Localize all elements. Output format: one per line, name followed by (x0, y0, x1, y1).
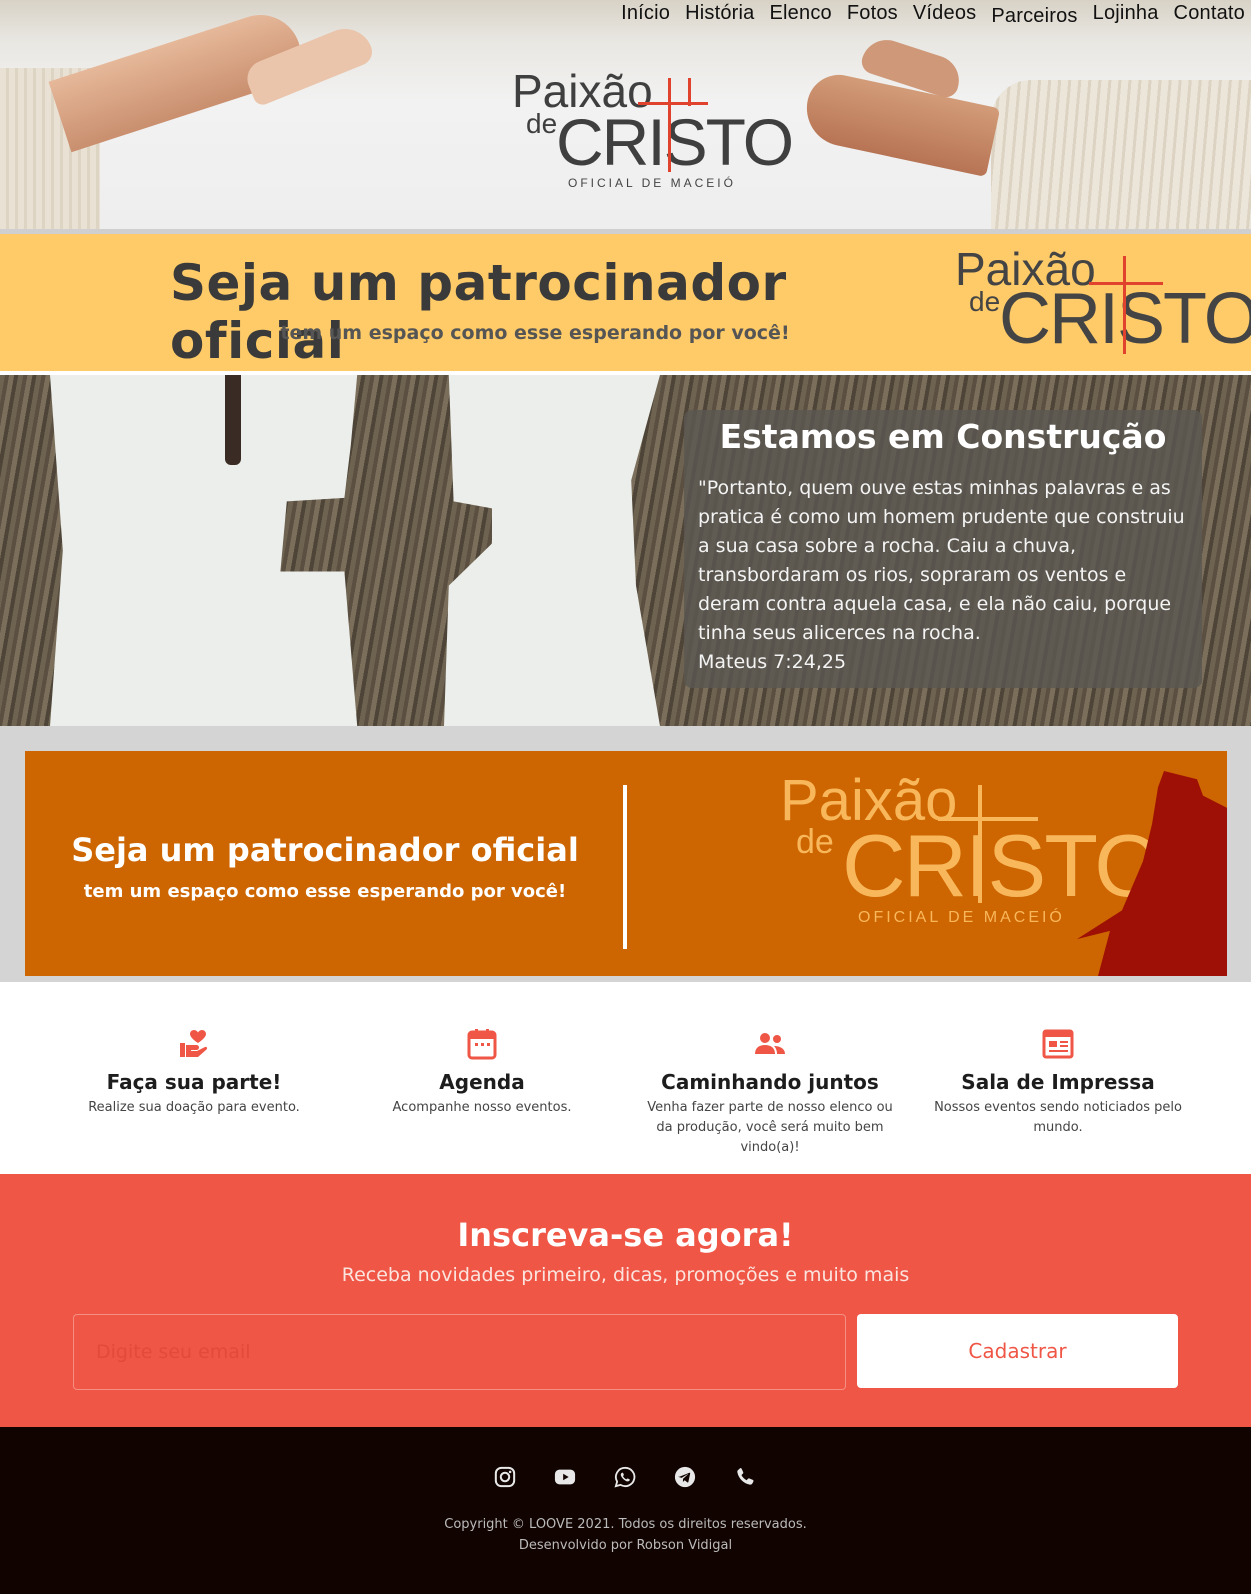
nail-image (225, 375, 241, 465)
logo-cross-end (688, 78, 691, 106)
sponsor-title: Seja um patrocinador oficial (71, 831, 579, 869)
nav-historia[interactable]: História (685, 2, 754, 28)
sponsor-subtitle: tem um espaço como esse esperando por vo… (280, 322, 790, 344)
social-links (494, 1466, 756, 1488)
logo-cristo-text: CRISTO (556, 105, 794, 179)
logo-subtitle: OFICIAL DE MACEIÓ (568, 176, 736, 190)
nav-inicio[interactable]: Início (621, 2, 670, 28)
nav-lojinha[interactable]: Lojinha (1093, 2, 1159, 28)
vertical-divider (623, 785, 627, 949)
nav-contato[interactable]: Contato (1174, 2, 1245, 28)
logo-de-text: de (526, 108, 558, 139)
sponsor-logo: Paixão de CRISTO (955, 242, 1251, 362)
feature-title: Agenda (439, 1070, 525, 1094)
nav-parceiros[interactable]: Parceiros (991, 2, 1077, 28)
copyright-text: Copyright © LOOVE 2021. Todos os direito… (444, 1517, 807, 1532)
newspaper-icon (1042, 1029, 1074, 1059)
hero-header: Início História Elenco Fotos Vídeos Parc… (0, 0, 1251, 229)
newsletter-title: Inscreva-se agora! (457, 1216, 794, 1254)
nav-videos[interactable]: Vídeos (913, 2, 976, 28)
site-footer: Copyright © LOOVE 2021. Todos os direito… (0, 1427, 1251, 1594)
logo-cross-icon (978, 785, 982, 903)
feature-text: Realize sua doação para evento. (88, 1100, 300, 1115)
site-logo[interactable]: Paixão de CRISTO OFICIAL DE MACEIÓ (510, 64, 794, 194)
subscribe-button[interactable]: Cadastrar (857, 1314, 1178, 1388)
instagram-icon[interactable] (494, 1466, 516, 1488)
phone-icon[interactable] (734, 1466, 756, 1488)
logo-de-text: de (969, 286, 1001, 317)
newsletter-subtitle: Receba novidades primeiro, dicas, promoç… (341, 1264, 910, 1286)
feature-title: Faça sua parte! (106, 1070, 282, 1094)
youtube-icon[interactable] (554, 1466, 576, 1488)
sponsor-banner-yellow[interactable]: Seja um patrocinador oficial tem um espa… (0, 234, 1251, 371)
logo-cristo-text: CRISTO (842, 816, 1163, 915)
logo-cross-icon (1123, 256, 1126, 354)
main-nav: Início História Elenco Fotos Vídeos Parc… (621, 2, 1245, 28)
bible-quote: "Portanto, quem ouve estas minhas palavr… (698, 477, 1185, 644)
hero-sleeve-right (991, 80, 1251, 229)
feature-title: Caminhando juntos (661, 1070, 879, 1094)
features-section: Faça sua parte! Realize sua doação para … (0, 982, 1251, 1174)
torn-paper-right (444, 375, 660, 726)
bible-reference: Mateus 7:24,25 (698, 651, 847, 673)
construction-section: Estamos em Construção "Portanto, quem ou… (0, 375, 1251, 726)
sponsor-logo: Paixão de CRISTO OFICIAL DE MACEIÓ (780, 767, 1163, 947)
sponsor-title: Seja um patrocinador oficial (170, 254, 787, 370)
construction-title: Estamos em Construção (719, 417, 1167, 456)
developer-credit: Desenvolvido por Robson Vidigal (518, 1538, 733, 1553)
logo-cross-bar (938, 817, 1038, 821)
logo-subtitle: OFICIAL DE MACEIÓ (858, 909, 1065, 926)
sponsor-subtitle: tem um espaço como esse esperando por vo… (83, 881, 567, 902)
logo-cross-bar (1089, 282, 1163, 285)
feature-text: Nossos eventos sendo noticiados pelo mun… (934, 1100, 1182, 1135)
sponsor-banner-orange[interactable]: Seja um patrocinador oficial tem um espa… (25, 751, 1227, 976)
calendar-icon (467, 1029, 497, 1060)
feature-text: Acompanhe nosso eventos. (392, 1100, 572, 1115)
people-icon (755, 1033, 785, 1054)
nav-elenco[interactable]: Elenco (770, 2, 832, 28)
hero-arm-right (799, 69, 1001, 177)
email-field[interactable] (73, 1314, 846, 1390)
logo-de-text: de (796, 823, 834, 861)
telegram-icon[interactable] (674, 1466, 696, 1488)
logo-cross-bar (638, 102, 708, 105)
newsletter-section: Inscreva-se agora! Receba novidades prim… (0, 1174, 1251, 1427)
feature-title: Sala de Impressa (961, 1070, 1155, 1094)
logo-cross-icon (668, 78, 671, 172)
whatsapp-icon[interactable] (614, 1466, 636, 1488)
hand-heart-icon (180, 1030, 208, 1057)
nav-fotos[interactable]: Fotos (847, 2, 898, 28)
feature-text: Venha fazer parte de nosso elenco ou da … (647, 1100, 893, 1155)
